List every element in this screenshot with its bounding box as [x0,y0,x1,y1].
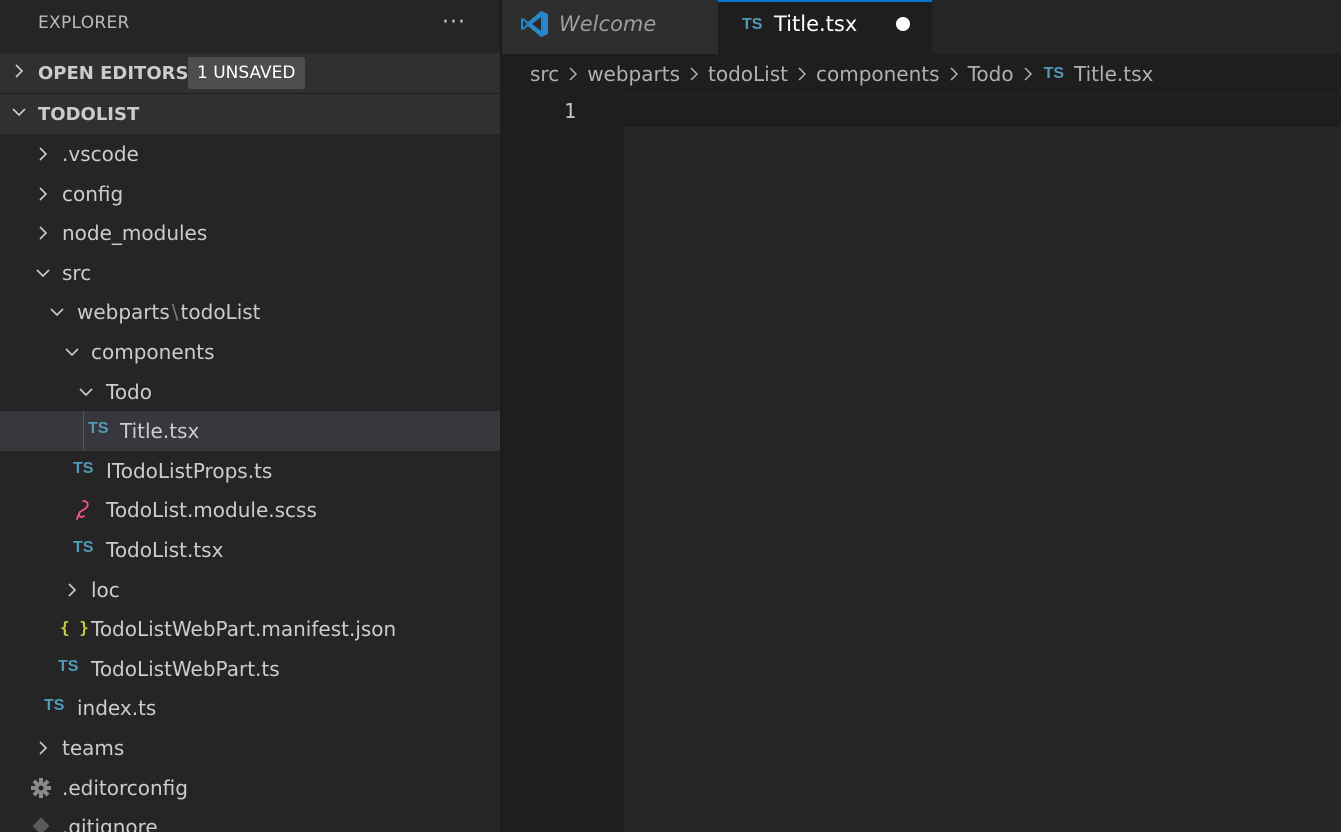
typescript-file-icon: TS [58,657,79,675]
chevron-right-icon [39,226,48,240]
tree-item-node-modules[interactable]: node_modules [0,213,500,253]
breadcrumb-src[interactable]: src [530,62,559,86]
code-editor[interactable]: 1 [502,94,1341,832]
unsaved-badge: 1 UNSAVED [188,57,305,89]
tree-item-label: src [62,260,92,285]
tree-item-label: index.ts [77,696,157,721]
tree-item-scss[interactable]: TodoList.module.scss [0,490,500,530]
breadcrumb-todo[interactable]: Todo [968,62,1014,86]
tab-label: Welcome [559,12,657,36]
open-editors-label: OPEN EDITORS [38,63,189,84]
tab-label: Title.tsx [774,12,858,36]
chevron-right-icon [690,67,699,81]
breadcrumb-webparts[interactable]: webparts [587,62,680,86]
tree-item-label: config [62,181,124,206]
sass-file-icon [76,500,89,521]
chevron-right-icon [798,67,807,81]
tree-item-label: node_modules [62,221,208,246]
editor-content-area[interactable] [624,128,1341,832]
more-actions-icon[interactable]: ··· [442,10,466,35]
tree-item-webpart-ts[interactable]: TS TodoListWebPart.ts [0,649,500,689]
chevron-right-icon [569,67,578,81]
folder-webparts: webparts [77,300,170,325]
tree-item-loc[interactable]: loc [0,570,500,610]
chevron-down-icon [12,108,26,117]
typescript-file-icon: TS [73,538,94,556]
tree-item-label: .editorconfig [62,775,188,800]
tree-item-itodolistprops[interactable]: TS ITodoListProps.ts [0,451,500,491]
folder-todolist: todoList [180,300,261,325]
tree-item-label: TodoList.module.scss [106,498,317,523]
tree-item-label: components [91,339,215,364]
open-editors-section[interactable]: OPEN EDITORS 1 UNSAVED [0,53,500,94]
indent-guide [83,411,84,451]
chevron-right-icon [1024,67,1032,81]
typescript-file-icon: TS [742,16,763,33]
gear-icon [31,777,51,798]
typescript-file-icon: TS [73,459,94,477]
explorer-sidebar: EXPLORER ··· OPEN EDITORS 1 UNSAVED TODO… [0,0,500,832]
typescript-file-icon: TS [44,697,65,715]
tree-item-components[interactable]: components [0,332,500,372]
breadcrumb-file[interactable]: TS Title.tsx [1042,62,1154,86]
tree-item-teams[interactable]: teams [0,728,500,768]
git-icon [32,817,50,832]
tree-item-label: .gitignore [62,815,158,832]
tree-item-label: TodoListWebPart.ts [91,656,280,681]
line-number-gutter: 1 [502,94,624,832]
typescript-file-icon: TS [88,420,109,438]
json-file-icon: { } [60,618,89,638]
tree-item-config[interactable]: config [0,174,500,214]
explorer-header: EXPLORER ··· [0,0,500,46]
tree-item-manifest-json[interactable]: { } TodoListWebPart.manifest.json [0,609,500,649]
chevron-right-icon [68,582,77,597]
tree-item-editorconfig[interactable]: .editorconfig [0,768,500,808]
tab-bar: Welcome TS Title.tsx [502,0,1341,54]
chevron-down-icon [79,387,93,396]
breadcrumb-todolist[interactable]: todoList [708,62,788,86]
line-number: 1 [563,99,576,123]
tree-item-label: Title.tsx [120,419,200,444]
breadcrumb: src webparts todoList components Todo TS… [502,54,1341,94]
unsaved-dot-icon[interactable] [896,17,910,31]
chevron-down-icon [36,269,50,277]
tree-item-vscode[interactable]: .vscode [0,134,500,174]
tree-item-todolist-tsx[interactable]: TS TodoList.tsx [0,530,500,570]
workspace-section[interactable]: TODOLIST [0,94,500,134]
tree-item-label: webparts \ todoList [77,300,261,324]
tab-welcome[interactable]: Welcome [502,0,718,54]
tree-item-label: ITodoListProps.ts [106,458,273,483]
path-separator: \ [171,300,179,325]
chevron-right-icon [39,187,48,201]
chevron-right-icon [39,147,48,161]
explorer-title: EXPLORER [38,13,130,33]
tab-title-tsx[interactable]: TS Title.tsx [718,0,932,54]
chevron-down-icon [50,308,64,317]
chevron-right-icon [39,741,48,755]
tree-item-label: TodoListWebPart.manifest.json [91,617,397,642]
chevron-right-icon [950,67,958,81]
tree-item-label: loc [91,577,120,602]
tree-item-index-ts[interactable]: TS index.ts [0,688,500,728]
tree-item-title-tsx[interactable]: TS Title.tsx [0,411,500,451]
vscode-logo-icon [521,11,548,37]
tree-item-label: teams [62,735,125,760]
tree-item-label: TodoList.tsx [106,537,224,562]
tree-item-webparts-todolist[interactable]: webparts \ todoList [0,292,500,332]
chevron-down-icon [65,348,79,357]
typescript-file-icon: TS [1043,65,1065,82]
tree-item-src[interactable]: src [0,253,500,293]
tree-item-label: Todo [106,379,152,404]
chevron-right-icon [15,64,24,78]
breadcrumb-components[interactable]: components [816,62,940,86]
tree-item-gitignore[interactable]: .gitignore [0,807,500,832]
breadcrumb-file-label: Title.tsx [1074,62,1154,86]
workspace-label: TODOLIST [38,104,140,125]
tree-item-label: .vscode [62,142,139,166]
current-line-highlight[interactable] [624,94,1341,128]
tree-item-todo[interactable]: Todo [0,372,500,412]
